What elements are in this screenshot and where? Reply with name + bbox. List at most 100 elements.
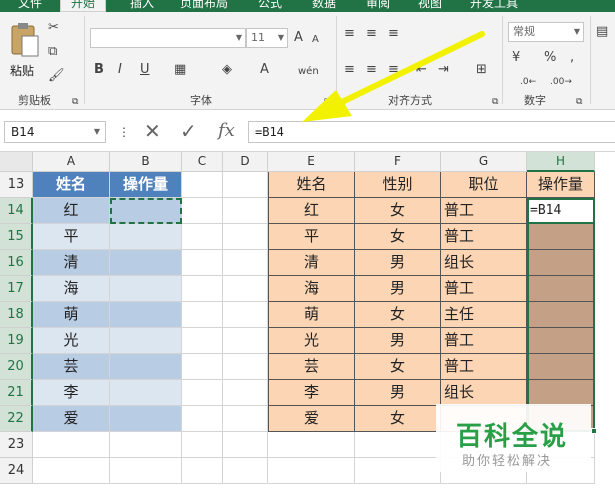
cell[interactable] xyxy=(182,250,223,276)
tab-insert[interactable]: 插入 xyxy=(130,0,154,12)
underline-icon[interactable]: U xyxy=(140,62,150,78)
cut-icon[interactable]: ✂ xyxy=(48,20,59,36)
align-bottom-icon[interactable]: ≡ xyxy=(388,26,399,42)
align-middle-icon[interactable]: ≡ xyxy=(366,26,377,42)
right-table-cell[interactable]: 爱 xyxy=(268,406,355,432)
cell[interactable] xyxy=(223,276,268,302)
tab-review[interactable]: 审阅 xyxy=(366,0,390,12)
border-icon[interactable]: ▦ xyxy=(174,62,186,78)
row-header-16[interactable]: 16 xyxy=(0,250,33,276)
left-table-quantity-cell[interactable] xyxy=(110,328,182,354)
left-table-name-cell[interactable]: 爱 xyxy=(33,406,110,432)
cell[interactable] xyxy=(33,432,110,458)
left-table-quantity-cell[interactable] xyxy=(110,354,182,380)
left-table-name-cell[interactable]: 平 xyxy=(33,224,110,250)
font-color-icon[interactable]: A xyxy=(260,62,269,78)
cell[interactable] xyxy=(223,250,268,276)
cell[interactable] xyxy=(182,172,223,198)
left-table-quantity-cell[interactable] xyxy=(110,224,182,250)
right-table-cell[interactable]: 清 xyxy=(268,250,355,276)
number-launcher-icon[interactable]: ⧉ xyxy=(576,94,582,110)
left-table-quantity-cell[interactable] xyxy=(110,406,182,432)
cell[interactable] xyxy=(182,276,223,302)
row-header-15[interactable]: 15 xyxy=(0,224,33,250)
row-header-19[interactable]: 19 xyxy=(0,328,33,354)
align-right-icon[interactable]: ≡ xyxy=(388,62,399,78)
right-table-quantity-cell[interactable] xyxy=(527,328,595,354)
right-table-header[interactable]: 职位 xyxy=(441,172,527,198)
cell[interactable] xyxy=(223,172,268,198)
font-launcher-icon[interactable]: ⧉ xyxy=(324,94,330,110)
column-header-e[interactable]: E xyxy=(268,152,355,172)
cell[interactable] xyxy=(182,458,223,484)
cell[interactable] xyxy=(223,302,268,328)
tab-developer[interactable]: 开发工具 xyxy=(470,0,518,12)
left-table-header[interactable]: 操作量 xyxy=(110,172,182,198)
right-table-quantity-cell[interactable] xyxy=(527,302,595,328)
shrink-font-icon[interactable]: A xyxy=(312,32,319,48)
tab-file[interactable]: 文件 xyxy=(18,0,42,12)
align-center-icon[interactable]: ≡ xyxy=(366,62,377,78)
insert-function-icon[interactable]: fx xyxy=(218,120,235,142)
left-table-name-cell[interactable]: 海 xyxy=(33,276,110,302)
cell[interactable] xyxy=(182,224,223,250)
cell[interactable] xyxy=(110,432,182,458)
enter-icon[interactable]: ✓ xyxy=(180,120,197,142)
currency-icon[interactable]: ¥ xyxy=(512,50,520,66)
cell[interactable] xyxy=(223,406,268,432)
cell[interactable] xyxy=(182,198,223,224)
cell[interactable] xyxy=(110,458,182,484)
fill-color-icon[interactable]: ◈ xyxy=(222,62,232,78)
fill-handle[interactable] xyxy=(591,428,597,434)
right-table-cell[interactable]: 男 xyxy=(355,328,441,354)
decrease-decimal-icon[interactable]: .00→ xyxy=(550,74,572,90)
right-table-cell[interactable]: 芸 xyxy=(268,354,355,380)
right-table-cell[interactable]: 海 xyxy=(268,276,355,302)
column-header-f[interactable]: F xyxy=(355,152,441,172)
clipboard-launcher-icon[interactable]: ⧉ xyxy=(72,94,78,110)
cell[interactable] xyxy=(182,302,223,328)
column-header-c[interactable]: C xyxy=(182,152,223,172)
row-header-14[interactable]: 14 xyxy=(0,198,33,224)
row-header-22[interactable]: 22 xyxy=(0,406,33,432)
right-table-cell[interactable]: 男 xyxy=(355,250,441,276)
merge-center-icon[interactable]: ⊞ xyxy=(476,62,487,78)
cell[interactable] xyxy=(223,224,268,250)
select-all-corner[interactable] xyxy=(0,152,33,172)
right-table-header[interactable]: 姓名 xyxy=(268,172,355,198)
tab-page-layout[interactable]: 页面布局 xyxy=(180,0,228,12)
right-table-cell[interactable]: 女 xyxy=(355,302,441,328)
left-table-name-cell[interactable]: 红 xyxy=(33,198,110,224)
cell[interactable] xyxy=(33,458,110,484)
left-table-quantity-cell[interactable] xyxy=(110,250,182,276)
italic-icon[interactable]: I xyxy=(118,62,122,78)
tab-home[interactable]: 开始 xyxy=(60,0,107,12)
right-table-header[interactable]: 操作量 xyxy=(527,172,595,198)
right-table-cell[interactable]: 普工 xyxy=(441,328,527,354)
cell[interactable] xyxy=(182,432,223,458)
right-table-cell[interactable]: 普工 xyxy=(441,198,527,224)
cell[interactable] xyxy=(223,354,268,380)
right-table-cell[interactable]: 光 xyxy=(268,328,355,354)
right-table-quantity-cell[interactable] xyxy=(527,276,595,302)
right-table-cell[interactable]: 主任 xyxy=(441,302,527,328)
name-box[interactable]: B14 ▼ xyxy=(4,121,106,143)
row-header-18[interactable]: 18 xyxy=(0,302,33,328)
alignment-launcher-icon[interactable]: ⧉ xyxy=(492,94,498,110)
row-header-17[interactable]: 17 xyxy=(0,276,33,302)
cell[interactable] xyxy=(355,432,441,458)
increase-indent-icon[interactable]: ⇥ xyxy=(438,62,449,78)
cell[interactable] xyxy=(268,432,355,458)
cell[interactable] xyxy=(223,432,268,458)
cell[interactable] xyxy=(182,406,223,432)
active-cell[interactable]: =B14 xyxy=(527,198,595,224)
cell[interactable] xyxy=(182,380,223,406)
left-table-header[interactable]: 姓名 xyxy=(33,172,110,198)
bold-icon[interactable]: B xyxy=(94,62,104,78)
column-header-g[interactable]: G xyxy=(441,152,527,172)
number-format-dropdown[interactable]: 常规 ▼ xyxy=(508,22,584,42)
column-header-d[interactable]: D xyxy=(223,152,268,172)
align-top-icon[interactable]: ≡ xyxy=(344,26,355,42)
left-table-quantity-cell[interactable] xyxy=(110,302,182,328)
row-header-13[interactable]: 13 xyxy=(0,172,33,198)
